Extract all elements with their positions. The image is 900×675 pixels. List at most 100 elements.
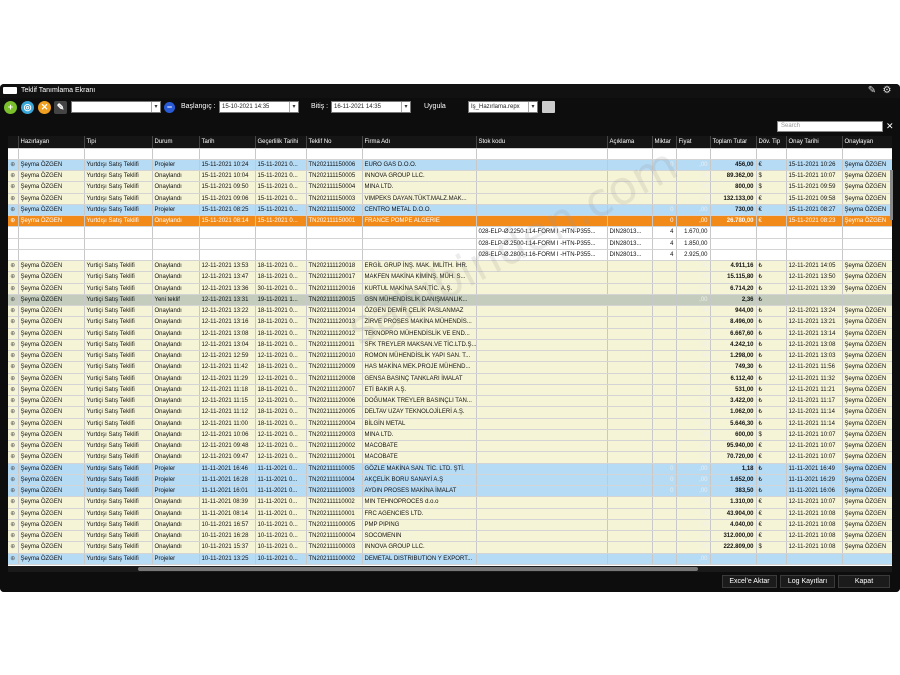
filter-select[interactable]: ▾ bbox=[71, 101, 161, 113]
scrollbar-thumb[interactable] bbox=[138, 567, 698, 571]
filter-cell[interactable] bbox=[676, 148, 711, 160]
column-header[interactable]: Döv. Tip bbox=[756, 136, 787, 149]
table-row[interactable]: ⊕ Şeyma ÖZGEN Yurtdışı Satış Teklifi Onayla… bbox=[8, 193, 892, 205]
table-row[interactable]: ⊕ Şeyma ÖZGEN Yurtiçi Satış Teklifi Onaylan… bbox=[8, 384, 892, 397]
column-header[interactable]: Geçerlilik Tarihi bbox=[255, 136, 307, 149]
table-row[interactable]: ⊕ Şeyma ÖZGEN Yurtiçi Satış Teklifi Onaylan… bbox=[8, 406, 892, 419]
table-row[interactable]: ⊕ Şeyma ÖZGEN Yurtdışı Satış Teklifi Onayla… bbox=[8, 170, 892, 183]
add-button[interactable]: + bbox=[4, 101, 17, 114]
eraser-icon[interactable]: ✎ bbox=[866, 85, 878, 97]
expand-icon[interactable]: ⊕ bbox=[8, 474, 19, 487]
table-row[interactable]: ⊕ Şeyma ÖZGEN Yurtdışı Satış Teklifi Projel… bbox=[8, 463, 892, 475]
detail-row[interactable]: 028-ELP-Ø.2500-t.14-FORM I -HTN-P355... D… bbox=[8, 238, 892, 250]
expand-icon[interactable]: ⊕ bbox=[8, 204, 19, 217]
table-row[interactable]: ⊕ Şeyma ÖZGEN Yurtdışı Satış Teklifi Projel… bbox=[8, 159, 892, 172]
column-header[interactable]: Fiyat bbox=[676, 136, 711, 149]
expand-icon[interactable]: ⊕ bbox=[8, 328, 19, 340]
table-row[interactable]: ⊕ Şeyma ÖZGEN Yurtiçi Satış Teklifi Onaylan… bbox=[8, 373, 892, 385]
expand-icon[interactable]: ⊕ bbox=[8, 193, 19, 205]
expand-icon[interactable]: ⊕ bbox=[8, 485, 19, 498]
report-select[interactable]: Iş_Hazırlama.repx ▾ bbox=[468, 101, 538, 113]
table-row[interactable]: ⊕ Şeyma ÖZGEN Yurtdışı Satış Teklifi Projel… bbox=[8, 204, 892, 217]
printer-icon[interactable] bbox=[542, 101, 555, 113]
filter-cell[interactable] bbox=[18, 148, 85, 160]
expand-icon[interactable]: ⊕ bbox=[8, 463, 19, 475]
expand-icon[interactable]: ⊕ bbox=[8, 350, 19, 363]
table-row[interactable]: ⊕ Şeyma ÖZGEN Yurtdışı Satış Teklifi Onayla… bbox=[8, 541, 892, 554]
expand-icon[interactable]: ⊕ bbox=[8, 541, 19, 554]
table-row[interactable]: ⊕ Şeyma ÖZGEN Yurtiçi Satış Teklifi Onaylan… bbox=[8, 339, 892, 352]
gear-icon[interactable]: ⚙ bbox=[881, 85, 893, 97]
column-header[interactable]: Durum bbox=[152, 136, 200, 149]
expand-icon[interactable]: ⊕ bbox=[8, 429, 19, 442]
expand-icon[interactable]: ⊕ bbox=[8, 260, 19, 273]
column-header[interactable]: Tipi bbox=[84, 136, 153, 149]
refresh-button[interactable]: ◎ bbox=[21, 101, 34, 114]
filter-cell[interactable] bbox=[756, 148, 787, 160]
expand-icon[interactable]: ⊕ bbox=[8, 170, 19, 183]
table-row[interactable]: ⊕ Şeyma ÖZGEN Yurtiçi Satış Teklifi Onaylan… bbox=[8, 328, 892, 340]
column-header[interactable]: Miktar bbox=[652, 136, 677, 149]
detail-row[interactable]: 028-ELP-Ø.2800-t.16-FORM I -HTN-P355... D… bbox=[8, 249, 892, 262]
close-button[interactable]: Kapat bbox=[838, 575, 890, 588]
table-row[interactable]: ⊕ Şeyma ÖZGEN Yurtdışı Satış Teklifi Onayla… bbox=[8, 519, 892, 532]
vertical-scrollbar[interactable] bbox=[890, 170, 893, 220]
expand-icon[interactable]: ⊕ bbox=[8, 361, 19, 374]
start-date-input[interactable]: 15-10-2021 14:35 ▾ bbox=[219, 101, 299, 113]
table-row[interactable]: ⊕ Şeyma ÖZGEN Yurtdışı Satış Teklifi Projel… bbox=[8, 485, 892, 498]
filter-cell[interactable] bbox=[362, 148, 477, 160]
filter-cell[interactable] bbox=[199, 148, 256, 160]
expand-icon[interactable]: ⊕ bbox=[8, 339, 19, 352]
table-row[interactable]: ⊕ Şeyma ÖZGEN Yurtiçi Satış Teklifi Onaylan… bbox=[8, 395, 892, 408]
table-row[interactable]: ⊕ Şeyma ÖZGEN Yurtdışı Satış Teklifi Onayla… bbox=[8, 508, 892, 520]
table-row[interactable]: ⊕ Şeyma ÖZGEN Yurtiçi Satış Teklifi Onaylan… bbox=[8, 350, 892, 363]
column-header[interactable]: Tarih bbox=[199, 136, 256, 149]
table-row[interactable]: ⊕ Şeyma ÖZGEN Yurtdışı Satış Teklifi Onayla… bbox=[8, 451, 892, 464]
table-row[interactable]: ⊕ Şeyma ÖZGEN Yurtdışı Satış Teklifi Onayla… bbox=[8, 429, 892, 442]
expand-icon[interactable]: ⊕ bbox=[8, 384, 19, 397]
edit-icon[interactable]: ✎ bbox=[54, 101, 67, 114]
expand-icon[interactable]: ⊕ bbox=[8, 440, 19, 453]
delete-button[interactable]: ✕ bbox=[38, 101, 51, 114]
column-header[interactable]: Toplam Tutar bbox=[710, 136, 757, 149]
filter-cell[interactable] bbox=[152, 148, 200, 160]
filter-cell[interactable] bbox=[842, 148, 892, 160]
filter-cell[interactable] bbox=[786, 148, 843, 160]
filter-cell[interactable] bbox=[306, 148, 363, 160]
expand-icon[interactable]: ⊕ bbox=[8, 305, 19, 318]
column-header[interactable]: Stok kodu bbox=[476, 136, 608, 149]
column-header[interactable]: Firma Adı bbox=[362, 136, 477, 149]
expand-icon[interactable]: ⊕ bbox=[8, 316, 19, 329]
table-row[interactable]: ⊕ Şeyma ÖZGEN Yurtdışı Satış Teklifi Onayla… bbox=[8, 530, 892, 543]
expand-icon[interactable]: ⊕ bbox=[8, 519, 19, 532]
filter-cell[interactable] bbox=[710, 148, 757, 160]
table-row[interactable]: ⊕ Şeyma ÖZGEN Yurtiçi Satış Teklifi Onaylan… bbox=[8, 260, 892, 273]
expand-icon[interactable]: ⊕ bbox=[8, 418, 19, 430]
table-row[interactable]: ⊕ Şeyma ÖZGEN Yurtdışı Satış Teklifi Onayla… bbox=[8, 181, 892, 194]
table-row[interactable]: ⊕ Şeyma ÖZGEN Yurtiçi Satış Teklifi Onaylan… bbox=[8, 283, 892, 295]
filter-cell[interactable] bbox=[652, 148, 677, 160]
column-header[interactable]: Onay Tarihi bbox=[786, 136, 843, 149]
table-row[interactable]: ⊕ Şeyma ÖZGEN Yurtiçi Satış Teklifi Onaylan… bbox=[8, 316, 892, 329]
filter-cell[interactable] bbox=[607, 148, 653, 160]
apply-button[interactable]: Uygula bbox=[424, 103, 446, 110]
table-row[interactable]: ⊕ Şeyma ÖZGEN Yurtdışı Satış Teklifi Onayla… bbox=[8, 496, 892, 509]
filter-cell[interactable] bbox=[84, 148, 153, 160]
expand-icon[interactable]: ⊕ bbox=[8, 451, 19, 464]
column-header[interactable]: Hazırlayan bbox=[18, 136, 85, 149]
expand-icon[interactable]: ⊕ bbox=[8, 508, 19, 520]
export-excel-button[interactable]: Excel'e Aktar bbox=[722, 575, 777, 588]
column-header[interactable]: Onaylayan bbox=[842, 136, 892, 149]
filter-cell[interactable] bbox=[8, 148, 19, 160]
filter-cell[interactable] bbox=[476, 148, 608, 160]
expand-icon[interactable]: ⊕ bbox=[8, 406, 19, 419]
table-row[interactable]: ⊕ Şeyma ÖZGEN Yurtiçi Satış Teklifi Onaylan… bbox=[8, 418, 892, 430]
minus-button[interactable]: − bbox=[164, 102, 175, 113]
end-date-input[interactable]: 16-11-2021 14:35 ▾ bbox=[331, 101, 411, 113]
expand-icon[interactable]: ⊕ bbox=[8, 159, 19, 172]
column-header[interactable]: Açıklama bbox=[607, 136, 653, 149]
expand-icon[interactable]: ⊕ bbox=[8, 530, 19, 543]
expand-icon[interactable]: ⊕ bbox=[8, 283, 19, 295]
filter-cell[interactable] bbox=[255, 148, 307, 160]
table-row[interactable]: ⊕ Şeyma ÖZGEN Yurtiçi Satış Teklifi Onaylan… bbox=[8, 361, 892, 374]
